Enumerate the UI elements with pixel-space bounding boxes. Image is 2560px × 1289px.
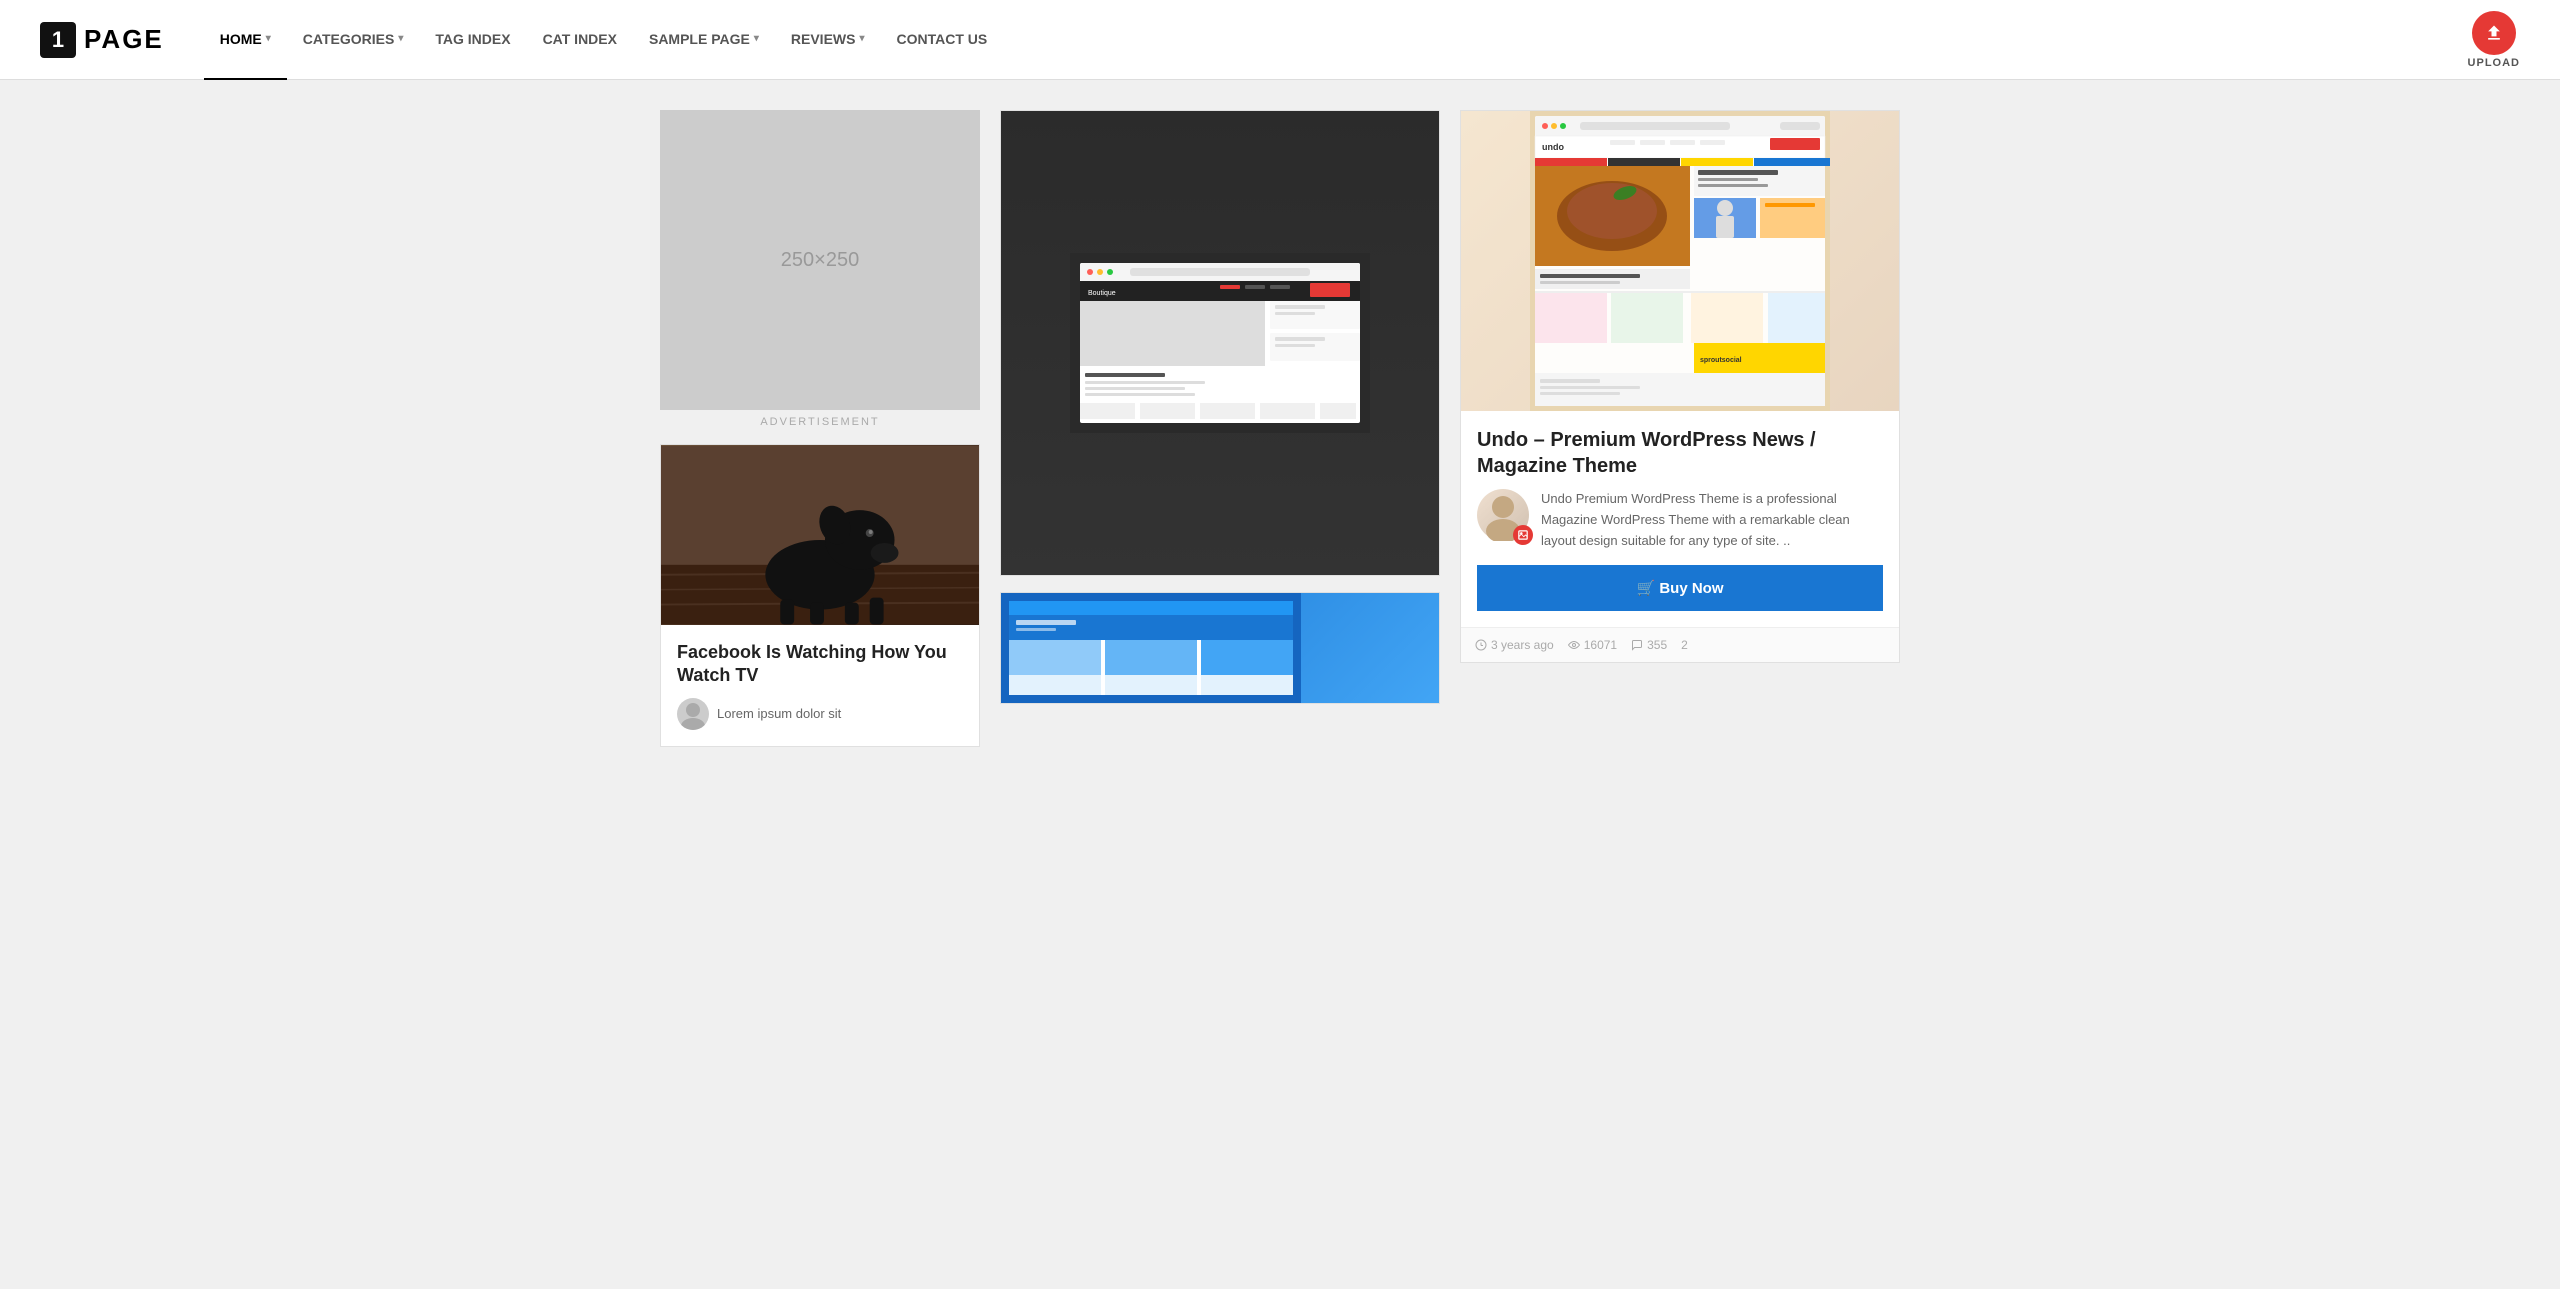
ad-label: ADVERTISEMENT (660, 416, 980, 428)
ad-image: 250×250 (660, 110, 980, 410)
left-column: 250×250 ADVERTISEMENT (660, 110, 980, 747)
main-content: 250×250 ADVERTISEMENT (640, 110, 1920, 747)
buy-label: Buy Now (1659, 580, 1723, 597)
second-preview-svg (1001, 593, 1301, 703)
undo-theme-card[interactable]: undo (1460, 110, 1900, 663)
nav-item-sample-page[interactable]: SAMPLE PAGE ▾ (633, 0, 775, 80)
boutique-card-body: Boutique Grid = Creative Magazine WordPr… (1001, 575, 1439, 576)
upload-label: UPLOAD (2468, 57, 2520, 69)
undo-footer-comments: 355 (1631, 638, 1667, 652)
undo-footer-views: 16071 (1568, 638, 1617, 652)
logo-text: PAGE (84, 24, 164, 55)
facebook-article-card[interactable]: Facebook Is Watching How You Watch TV Lo… (660, 444, 980, 747)
main-nav: HOME ▾ CATEGORIES ▾ TAG INDEX CAT INDEX … (204, 0, 1003, 80)
undo-author-avatar (1477, 489, 1529, 541)
undo-preview-svg: undo (1530, 111, 1830, 411)
undo-card-body: Undo – Premium WordPress News / Magazine… (1461, 411, 1899, 627)
article-author-row: Lorem ipsum dolor sit (677, 698, 963, 730)
undo-avatar-badge (1513, 525, 1533, 545)
boutique-screenshot: Boutique (1001, 111, 1439, 575)
avatar-icon (677, 698, 709, 730)
advertisement-box: 250×250 ADVERTISEMENT (660, 110, 980, 428)
image-icon (1518, 530, 1528, 540)
second-center-card[interactable] (1000, 592, 1440, 704)
article-excerpt: Lorem ipsum dolor sit (717, 704, 841, 724)
article-image (661, 445, 979, 625)
home-arrow-icon: ▾ (266, 33, 271, 44)
undo-card-footer: 3 years ago 16071 355 2 (1461, 627, 1899, 662)
buy-now-button[interactable]: 🛒 Buy Now (1477, 565, 1883, 611)
cart-icon: 🛒 (1636, 580, 1659, 597)
undo-title[interactable]: Undo – Premium WordPress News / Magazine… (1477, 427, 1883, 479)
nav-item-home[interactable]: HOME ▾ (204, 0, 287, 80)
svg-text:undo: undo (1542, 142, 1564, 152)
article-body: Facebook Is Watching How You Watch TV Lo… (661, 625, 979, 746)
undo-footer-time: 3 years ago (1475, 638, 1554, 652)
undo-eye-icon (1568, 639, 1580, 651)
author-avatar (677, 698, 709, 730)
site-logo[interactable]: 1 PAGE (40, 22, 164, 58)
right-column: undo (1460, 110, 1900, 747)
undo-excerpt-row: Undo Premium WordPress Theme is a profes… (1477, 489, 1883, 551)
second-card-screenshot (1001, 593, 1439, 703)
boutique-preview-svg: Boutique (1070, 253, 1370, 433)
svg-text:Boutique: Boutique (1088, 290, 1116, 297)
dog-svg (661, 445, 979, 625)
nav-item-contact-us[interactable]: CONTACT US (881, 0, 1004, 80)
svg-text:sproutsocial: sproutsocial (1700, 357, 1742, 364)
undo-screenshot: undo (1461, 111, 1899, 411)
header: 1 PAGE HOME ▾ CATEGORIES ▾ TAG INDEX CAT… (0, 0, 2560, 80)
nav-item-tag-index[interactable]: TAG INDEX (419, 0, 526, 80)
nav-item-cat-index[interactable]: CAT INDEX (527, 0, 633, 80)
ad-size-text: 250×250 (781, 249, 859, 272)
nav-item-reviews[interactable]: REVIEWS ▾ (775, 0, 881, 80)
undo-excerpt: Undo Premium WordPress Theme is a profes… (1541, 489, 1883, 551)
sample-arrow-icon: ▾ (754, 33, 759, 44)
categories-arrow-icon: ▾ (398, 33, 403, 44)
logo-icon: 1 (40, 22, 76, 58)
article-title[interactable]: Facebook Is Watching How You Watch TV (677, 641, 963, 688)
undo-footer-extra: 2 (1681, 638, 1688, 652)
undo-comment-icon (1631, 639, 1643, 651)
upload-icon (2472, 11, 2516, 55)
center-column: Boutique (1000, 110, 1440, 747)
reviews-arrow-icon: ▾ (859, 33, 864, 44)
undo-clock-icon (1475, 639, 1487, 651)
boutique-theme-card[interactable]: Boutique (1000, 110, 1440, 576)
nav-item-categories[interactable]: CATEGORIES ▾ (287, 0, 420, 80)
upload-button[interactable]: UPLOAD (2468, 11, 2520, 69)
